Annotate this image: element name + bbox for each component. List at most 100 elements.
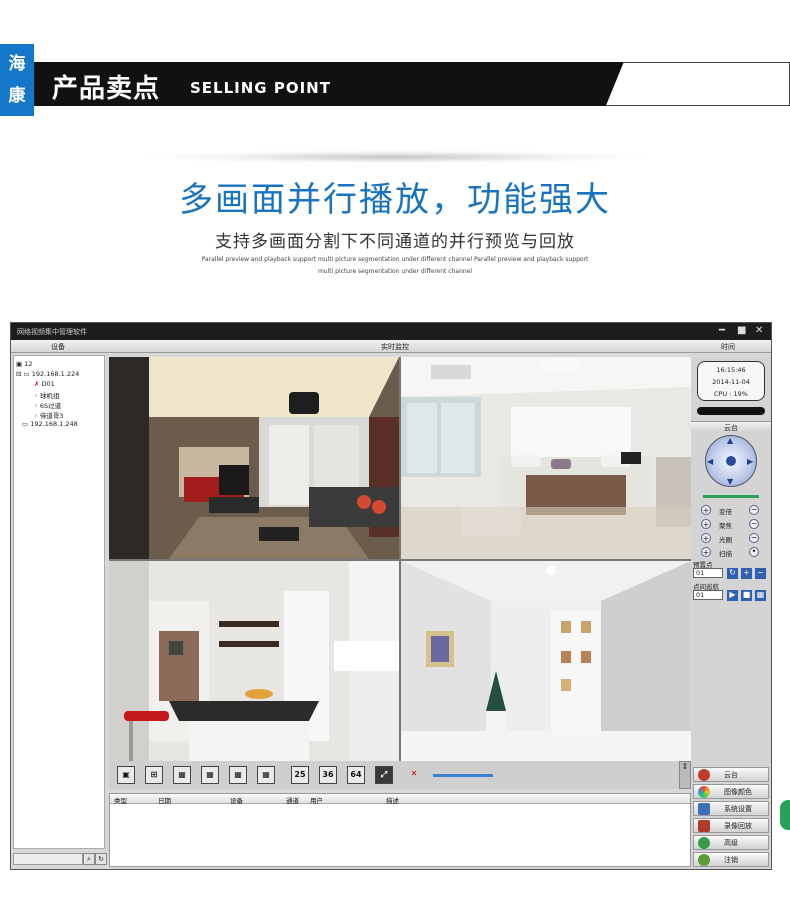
focus-out-icon[interactable]: − xyxy=(749,519,759,529)
log-col-user: 用户 xyxy=(310,797,323,805)
scan-stop-icon[interactable]: • xyxy=(749,547,759,557)
clock-time: 16:15:46 xyxy=(716,366,746,374)
menu-image-color-label: 图像颜色 xyxy=(724,788,752,796)
menu-image-color-button[interactable]: 图像颜色 xyxy=(693,784,769,799)
ptz-zoom-row: + 变倍 − xyxy=(701,505,763,516)
headline: 多画面并行播放，功能强大 xyxy=(179,180,611,220)
ptz-focus-row: + 聚焦 − xyxy=(701,519,763,530)
layout-16-icon[interactable]: ▦ xyxy=(257,766,275,784)
cruise-select[interactable]: 01 xyxy=(693,590,723,600)
cpu-usage: CPU : 19% xyxy=(714,390,748,398)
col-time: 时间 xyxy=(721,343,735,351)
tree-root[interactable]: ▣ 12 xyxy=(16,360,33,368)
maximize-icon[interactable]: ■ xyxy=(737,325,746,336)
close-icon[interactable]: ✕ xyxy=(755,325,763,336)
event-log-header: 类型 日期 设备 通道 用户 描述 xyxy=(110,794,690,805)
playback-icon xyxy=(698,820,710,832)
section-header: 产品卖点 SELLING POINT xyxy=(34,62,624,106)
layout-4-icon[interactable]: ⊞ xyxy=(145,766,163,784)
section-title-en: SELLING POINT xyxy=(190,79,331,97)
preset-add-icon[interactable]: + xyxy=(741,568,752,579)
mute-icon[interactable]: ✕ xyxy=(405,766,423,784)
settings-icon xyxy=(698,803,710,815)
iris-close-icon[interactable]: − xyxy=(749,533,759,543)
fullscreen-icon[interactable]: ⤢ xyxy=(375,766,393,784)
tree-item-dvr-224[interactable]: ⊟ ▭ 192.168.1.224 xyxy=(16,370,79,378)
preset-goto-icon[interactable]: ↻ xyxy=(727,568,738,579)
brand-char-1: 海 xyxy=(8,54,26,74)
preset-select[interactable]: 01 xyxy=(693,568,723,578)
log-col-device: 设备 xyxy=(230,797,243,805)
software-window: 网络视频集中管理软件 ━ ■ ✕ 设备 实时监控 时间 ▣ 12 ⊟ ▭ 192… xyxy=(10,322,772,870)
users-icon xyxy=(698,854,710,866)
volume-slider[interactable] xyxy=(433,774,493,777)
section-title-cn: 产品卖点 xyxy=(52,74,161,104)
focus-in-icon[interactable]: + xyxy=(701,519,711,529)
layout-9-icon[interactable]: ▦ xyxy=(201,766,219,784)
refresh-icon[interactable]: ↻ xyxy=(95,853,107,865)
menu-system-settings-label: 系统设置 xyxy=(724,805,752,813)
log-col-type: 类型 xyxy=(114,797,127,805)
layout-64-button[interactable]: 64 xyxy=(347,766,365,784)
header-tail-shape xyxy=(605,62,790,106)
camera-view-2[interactable] xyxy=(401,357,691,559)
layout-12-icon[interactable]: ▦ xyxy=(229,766,247,784)
tree-item-dvr-248[interactable]: ▭ 192.168.1.248 xyxy=(22,420,78,428)
camera-view-3[interactable] xyxy=(109,561,399,761)
ptz-center-icon[interactable] xyxy=(726,456,736,466)
event-log-table: 类型 日期 设备 通道 用户 描述 xyxy=(109,793,691,867)
tree-item-dome-group[interactable]: ◦ 球机组 xyxy=(34,390,59,400)
device-tree: ▣ 12 ⊟ ▭ 192.168.1.224 ✗ D01 ◦ 球机组 ◦ 6S过… xyxy=(13,355,105,849)
preset-remove-icon[interactable]: − xyxy=(755,568,766,579)
search-icon[interactable]: ⌕ xyxy=(83,853,95,865)
camera-view-4[interactable] xyxy=(401,561,691,761)
ptz-right-icon[interactable]: ▶ xyxy=(747,457,753,466)
camera-view-1[interactable] xyxy=(109,357,399,559)
tree-item-channel-3[interactable]: ◦ 侍道哥3 xyxy=(34,410,64,420)
ptz-zoom-label: 变倍 xyxy=(719,508,732,516)
scan-start-icon[interactable]: + xyxy=(701,547,711,557)
ptz-left-icon[interactable]: ◀ xyxy=(707,457,713,466)
menu-logout-label: 注销 xyxy=(724,856,738,864)
glow-divider xyxy=(140,150,650,164)
layout-1-icon[interactable]: ▣ xyxy=(117,766,135,784)
brand-tag: 海 康 xyxy=(0,44,34,116)
cruise-grid-icon[interactable]: ▦ xyxy=(755,590,766,601)
cruise-stop-icon[interactable]: ■ xyxy=(741,590,752,601)
menu-playback-button[interactable]: 录像回放 xyxy=(693,818,769,833)
tree-search-input[interactable] xyxy=(13,853,83,865)
brand-char-2: 康 xyxy=(8,86,26,106)
floating-chat-tab[interactable] xyxy=(780,800,790,830)
cruise-play-icon[interactable]: ▶ xyxy=(727,590,738,601)
layout-36-button[interactable]: 36 xyxy=(319,766,337,784)
ptz-menu-icon xyxy=(698,769,710,781)
col-monitor: 实时监控 xyxy=(381,343,409,351)
menu-advanced-button[interactable]: 高级 xyxy=(693,835,769,850)
fine-print-2: multi picture segmentation under differe… xyxy=(317,268,473,275)
menu-system-settings-button[interactable]: 系统设置 xyxy=(693,801,769,816)
ptz-scan-label: 扫描 xyxy=(719,550,732,558)
layout-toolbar: ▣ ⊞ ▦ ▦ ▦ ▦ 25 36 64 ⤢ ✕ xyxy=(109,761,679,789)
ptz-down-icon[interactable]: ▼ xyxy=(727,477,733,486)
clock-date: 2014-11-04 xyxy=(712,378,750,386)
menu-ptz-label: 云台 xyxy=(724,771,738,779)
layout-6-icon[interactable]: ▦ xyxy=(173,766,191,784)
iris-open-icon[interactable]: + xyxy=(701,533,711,543)
clock-display: 16:15:46 2014-11-04 CPU : 19% xyxy=(697,361,765,401)
menu-advanced-label: 高级 xyxy=(724,839,738,847)
status-bar xyxy=(697,407,765,415)
subheadline: 支持多画面分割下不同通道的并行预览与回放 xyxy=(215,232,575,252)
menu-ptz-button[interactable]: 云台 xyxy=(693,767,769,782)
tree-item-corridor[interactable]: ◦ 6S过道 xyxy=(34,400,61,410)
tree-item-d01[interactable]: ✗ D01 xyxy=(34,380,55,388)
menu-logout-button[interactable]: 注销 xyxy=(693,852,769,867)
scroll-arrows-icon[interactable]: ⇕ xyxy=(679,761,691,789)
zoom-out-icon[interactable]: − xyxy=(749,505,759,515)
layout-25-button[interactable]: 25 xyxy=(291,766,309,784)
zoom-in-icon[interactable]: + xyxy=(701,505,711,515)
ptz-up-icon[interactable]: ▲ xyxy=(727,436,733,445)
minimize-icon[interactable]: ━ xyxy=(719,325,725,336)
ptz-speed-slider[interactable] xyxy=(703,495,759,498)
color-wheel-icon xyxy=(698,786,710,798)
window-titlebar: 网络视频集中管理软件 ━ ■ ✕ xyxy=(11,323,771,340)
